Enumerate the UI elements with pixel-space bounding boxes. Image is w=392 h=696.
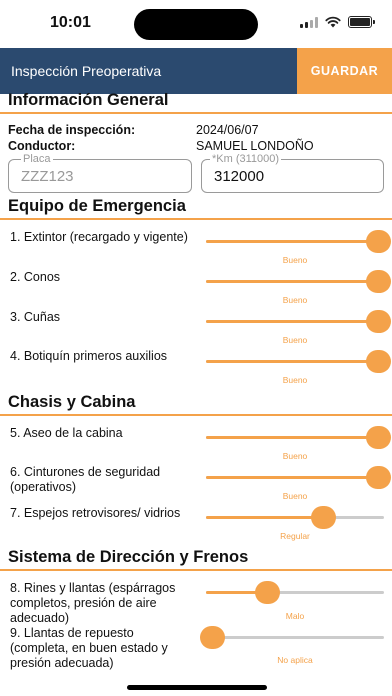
section-title-brakes: Sistema de Dirección y Frenos: [8, 548, 249, 566]
slider-track-fill: [206, 280, 378, 283]
rating-slider[interactable]: [206, 269, 391, 293]
km-field-label: *Km (311000): [210, 153, 282, 165]
slider-track-fill: [206, 476, 378, 479]
page-title: Inspección Preoperativa: [11, 63, 162, 79]
rating-value: Bueno: [282, 375, 308, 385]
section-divider: [0, 218, 392, 220]
rating-slider[interactable]: [206, 309, 391, 333]
checklist-item-label: 9. Llantas de repuesto (completa, en bue…: [10, 626, 168, 670]
inspection-date-value: 2024/06/07: [196, 123, 259, 137]
rating-value: No aplica: [277, 655, 313, 665]
app-header: Inspección Preoperativa GUARDAR: [0, 48, 392, 94]
rating-value: Bueno: [282, 335, 308, 345]
save-button[interactable]: GUARDAR: [297, 48, 392, 94]
section-title-emergency: Equipo de Emergencia: [8, 197, 186, 215]
slider-thumb[interactable]: [311, 506, 337, 529]
home-indicator: [127, 685, 267, 690]
rating-slider[interactable]: [206, 425, 391, 449]
inspection-date-label: Fecha de inspección:: [8, 123, 136, 137]
checklist-item-label: 4. Botiquín primeros auxilios: [10, 349, 168, 363]
slider-thumb[interactable]: [366, 466, 391, 489]
status-bar: 10:01: [0, 0, 392, 48]
plate-field[interactable]: Placa ZZZ123: [8, 153, 192, 193]
plate-field-value: ZZZ123: [21, 168, 74, 185]
section-divider: [0, 569, 392, 571]
rating-slider[interactable]: [200, 625, 384, 649]
plate-field-label: Placa: [21, 153, 53, 165]
section-title-chassis: Chasis y Cabina: [8, 393, 136, 411]
status-icons: [300, 16, 375, 28]
dynamic-island: [134, 9, 258, 40]
slider-track: [206, 636, 384, 639]
slider-thumb[interactable]: [254, 581, 280, 604]
checklist-item-label: 1. Extintor (recargado y vigente): [10, 230, 188, 244]
rating-value: Regular: [280, 531, 310, 541]
rating-value: Malo: [285, 611, 305, 621]
checklist-item-label: 3. Cuñas: [10, 310, 61, 324]
rating-slider[interactable]: [206, 465, 391, 489]
km-field[interactable]: *Km (311000) 312000: [201, 153, 384, 193]
slider-track-fill: [206, 436, 378, 439]
checklist-item-label: 6. Cinturones de seguridad (operativos): [10, 465, 161, 494]
rating-value: Bueno: [282, 491, 308, 501]
rating-slider[interactable]: [206, 349, 391, 373]
section-divider: [0, 414, 392, 416]
slider-thumb[interactable]: [200, 626, 225, 649]
driver-label: Conductor:: [8, 139, 76, 153]
section-divider: [0, 112, 392, 114]
cellular-signal-icon: [300, 16, 318, 28]
slider-thumb[interactable]: [366, 270, 391, 293]
slider-thumb[interactable]: [366, 426, 391, 449]
checklist-item-label: 7. Espejos retrovisores/ vidrios: [10, 506, 181, 520]
checklist-item-label: 2. Conos: [10, 270, 61, 284]
km-field-value: 312000: [214, 168, 265, 185]
rating-slider[interactable]: [206, 229, 391, 253]
status-time: 10:01: [50, 14, 91, 31]
battery-icon: [348, 16, 375, 28]
slider-track-fill: [206, 320, 378, 323]
rating-slider[interactable]: [206, 505, 384, 529]
slider-track-fill: [206, 516, 324, 519]
checklist-item-label: 8. Rines y llantas (espárragos completos…: [10, 581, 176, 625]
driver-value: SAMUEL LONDOÑO: [196, 139, 314, 153]
rating-slider[interactable]: [206, 580, 384, 604]
rating-value: Bueno: [282, 451, 308, 461]
rating-value: Bueno: [282, 295, 308, 305]
wifi-icon: [325, 16, 341, 28]
slider-thumb[interactable]: [366, 230, 391, 253]
rating-value: Bueno: [282, 255, 308, 265]
checklist-item-label: 5. Aseo de la cabina: [10, 426, 123, 440]
slider-track-fill: [206, 360, 378, 363]
slider-thumb[interactable]: [366, 310, 391, 333]
slider-thumb[interactable]: [366, 350, 391, 373]
section-title-general: Información General: [8, 91, 169, 109]
slider-track-fill: [206, 240, 378, 243]
